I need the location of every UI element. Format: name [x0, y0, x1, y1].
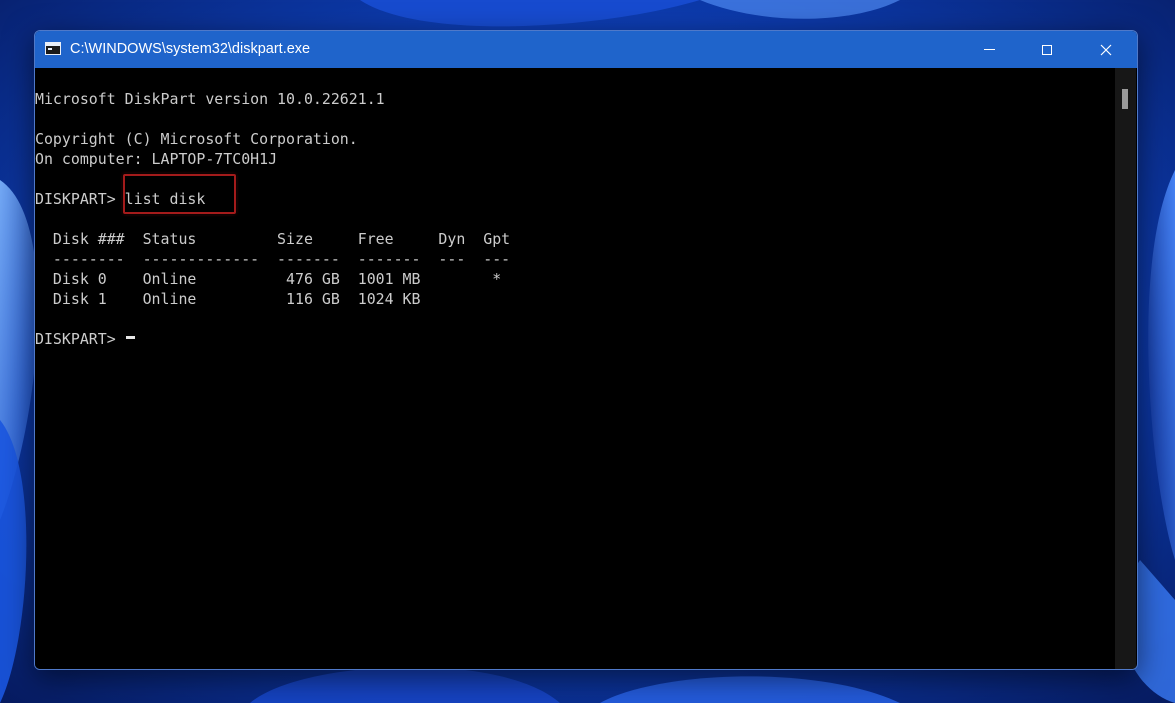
scrollbar-thumb[interactable]	[1122, 89, 1128, 109]
window-title: C:\WINDOWS\system32\diskpart.exe	[70, 41, 311, 57]
computer-name-line: On computer: LAPTOP-7TC0H1J	[35, 150, 278, 168]
close-icon	[1100, 44, 1112, 55]
title-bar[interactable]: C:\WINDOWS\system32\diskpart.exe	[35, 31, 1137, 68]
diskpart-window: C:\WINDOWS\system32\diskpart.exe Microso…	[34, 30, 1138, 670]
version-line: Microsoft DiskPart version 10.0.22621.1	[35, 90, 385, 108]
table-row: Disk 0 Online 476 GB 1001 MB *	[35, 270, 502, 288]
minimize-icon	[983, 49, 995, 50]
maximize-icon	[1042, 44, 1052, 55]
close-button[interactable]	[1077, 31, 1135, 68]
vertical-scrollbar[interactable]	[1115, 68, 1136, 669]
table-header-line: Disk ### Status Size Free Dyn Gpt	[35, 230, 511, 248]
text-cursor	[126, 336, 135, 339]
table-row: Disk 1 Online 116 GB 1024 KB	[35, 290, 421, 308]
console-app-icon	[45, 42, 61, 55]
copyright-line: Copyright (C) Microsoft Corporation.	[35, 130, 358, 148]
maximize-button[interactable]	[1018, 31, 1076, 68]
minimize-button[interactable]	[960, 31, 1018, 68]
console-output[interactable]: Microsoft DiskPart version 10.0.22621.1 …	[35, 68, 1115, 669]
command-highlight-box	[123, 174, 236, 214]
prompt-line: DISKPART>	[35, 330, 125, 348]
table-separator-line: -------- ------------- ------- ------- -…	[35, 250, 511, 268]
